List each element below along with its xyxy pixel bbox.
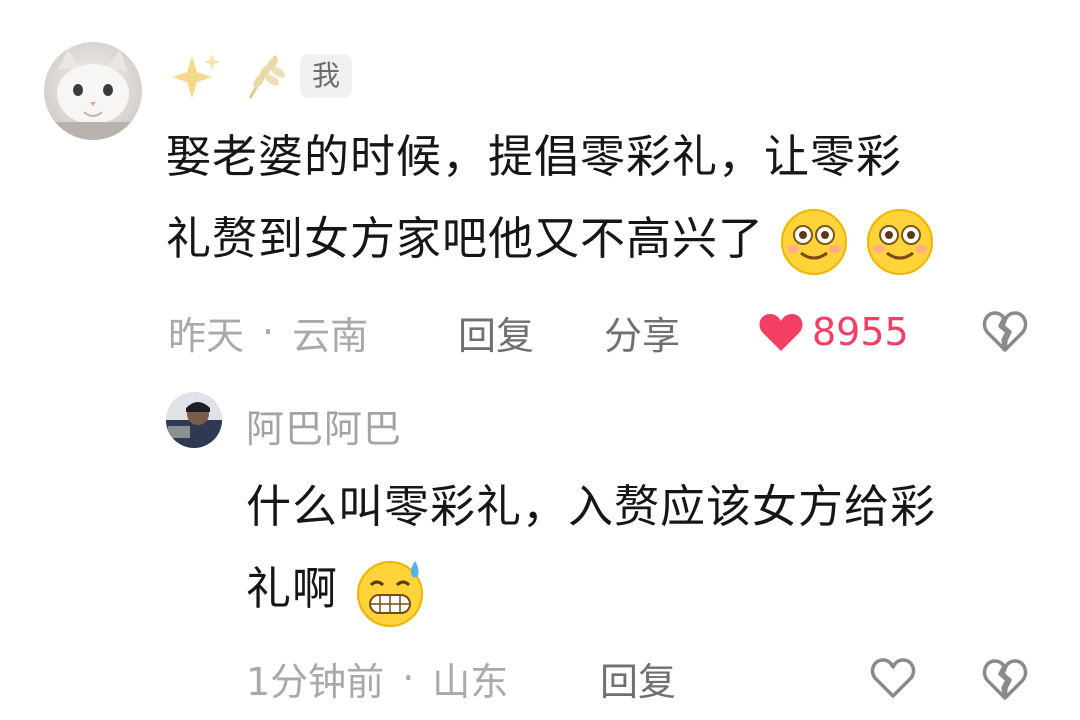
reply-text-line: 什么叫零彩礼，入赘应该女方给彩: [246, 480, 937, 533]
avatar[interactable]: [44, 42, 142, 140]
comment-meta: 昨天 · 云南: [168, 306, 368, 358]
comment-text[interactable]: 娶老婆的时候，提倡零彩礼，让零彩 礼赘到女方家吧他又不高兴了: [166, 116, 1046, 280]
smile-emoji: [781, 209, 848, 275]
reply-text-line: 礼啊: [246, 562, 339, 615]
share-button-label: 分享: [604, 313, 681, 358]
reply-avatar[interactable]: [166, 392, 222, 448]
meta-separator: ·: [262, 310, 275, 354]
like-button[interactable]: 8955: [758, 306, 909, 358]
sweat-grin-emoji: [357, 561, 424, 627]
wheat-icon: [248, 55, 285, 99]
comment-text-line: 娶老婆的时候，提倡零彩礼，让零彩: [166, 130, 903, 183]
reply-location: 山东: [432, 659, 509, 704]
comment-time: 昨天: [168, 313, 245, 358]
broken-heart-icon: [982, 311, 1028, 352]
sparkles-icon: [172, 54, 220, 98]
comment-username-row: 我: [168, 50, 353, 102]
smile-emoji: [866, 209, 933, 275]
reply-like-button[interactable]: [870, 656, 916, 702]
reply-button-label: 回复: [458, 313, 535, 358]
dislike-button[interactable]: [982, 308, 1028, 354]
reply-username[interactable]: 阿巴阿巴: [246, 398, 402, 453]
comment-text-line: 礼赘到女方家吧他又不高兴了: [166, 212, 765, 265]
author-badge: 我: [300, 54, 353, 98]
comment-thread: 我 娶老婆的时候，提倡零彩礼，让零彩 礼赘到女方家吧他又不高兴了 昨天 · 云南…: [0, 0, 1080, 720]
reply-meta: 1分钟前 · 山东: [246, 652, 508, 704]
share-button[interactable]: 分享: [604, 306, 680, 358]
like-count: 8955: [812, 310, 909, 354]
reply-button-label: 回复: [600, 659, 677, 704]
reply-reply-button[interactable]: 回复: [600, 652, 676, 704]
reply-dislike-button[interactable]: [982, 656, 1028, 702]
reply-button[interactable]: 回复: [458, 306, 534, 358]
heart-filled-icon: [759, 314, 803, 351]
comment-location: 云南: [292, 313, 369, 358]
comment-text-line-2: 礼赘到女方家吧他又不高兴了: [166, 198, 1046, 280]
meta-separator: ·: [402, 656, 415, 700]
heart-outline-icon: [870, 658, 916, 698]
reply-text-line-2: 礼啊: [246, 548, 1046, 630]
broken-heart-icon: [982, 659, 1028, 700]
reply-text[interactable]: 什么叫零彩礼，入赘应该女方给彩 礼啊: [246, 466, 1046, 630]
reply-time: 1分钟前: [246, 659, 385, 704]
